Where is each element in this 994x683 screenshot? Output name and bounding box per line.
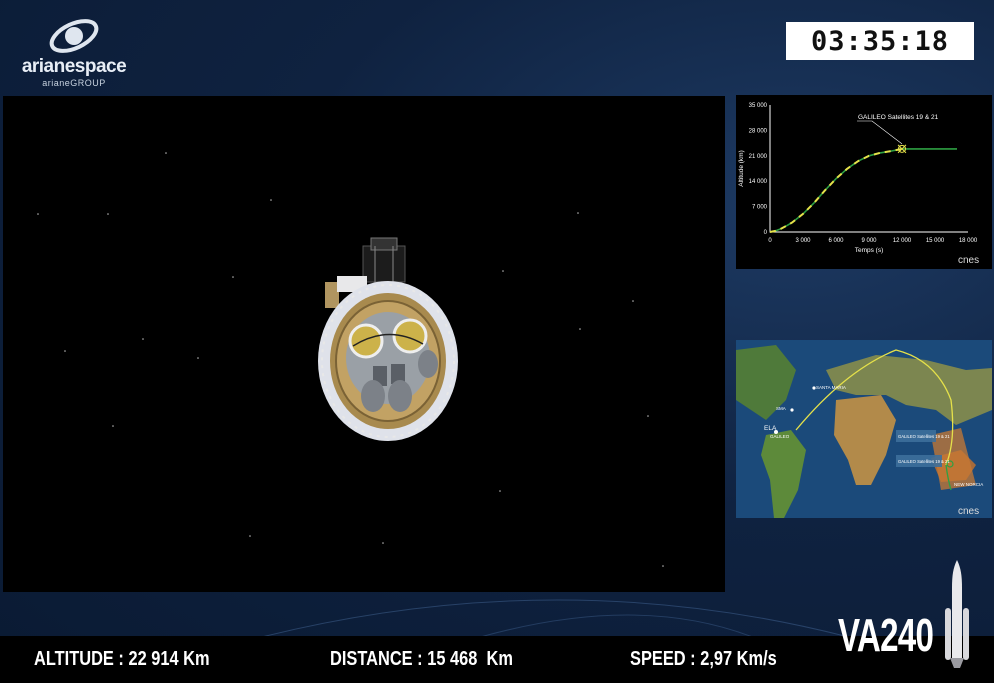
distance-separator: :: [417, 648, 423, 670]
altitude-progress-curve: [769, 147, 903, 233]
site-label: GALILEO: [770, 434, 790, 439]
ariane5-rocket-icon: [945, 560, 969, 668]
y-axis-label: Altitude (km): [738, 150, 745, 186]
y-tick-label: 35 000: [749, 103, 768, 109]
altitude-readout: ALTITUDE : 22 914 Km: [34, 648, 210, 671]
separation-1-label: GALILEO Satellites 19 & 21: [898, 434, 950, 439]
fregat-stage-render: [37, 152, 664, 567]
separation-2-label: GALILEO Satellites 19 & 21: [898, 459, 950, 464]
distance-readout: DISTANCE : 15 468 Km: [330, 648, 513, 671]
altitude-chart: 0 3 000 6 000 9 000 12 000 15 000 18 000 0 7 000…: [736, 95, 992, 269]
speed-label: SPEED: [630, 648, 686, 670]
x-tick-label: 9 000: [861, 238, 877, 244]
x-tick-label: 3 000: [795, 238, 811, 244]
x-tick-label: 0: [768, 238, 772, 244]
altitude-label: ALTITUDE: [34, 648, 114, 670]
santa-maria-label: SANTA MARIA: [816, 385, 846, 390]
ground-track-map: ELA GALILEO SMA SANTA MARIA GALILEO Sate…: [736, 340, 992, 518]
map-cnes-credit: cnes: [958, 506, 980, 517]
distance-label: DISTANCE: [330, 648, 413, 670]
y-tick-label: 14 000: [749, 179, 768, 185]
altitude-value: 22 914 Km: [128, 648, 210, 670]
altitude-separator: :: [118, 648, 124, 670]
brand-group: arianeGROUP: [42, 78, 106, 88]
x-tick-label: 12 000: [893, 238, 912, 244]
y-tick-label: 0: [764, 230, 768, 236]
x-tick-label: 6 000: [828, 238, 844, 244]
x-axis-label: Temps (s): [855, 247, 884, 254]
mission-clock: 03:35:18: [786, 22, 974, 60]
altitude-curve: [769, 148, 957, 233]
brand-name: arianespace: [21, 56, 127, 77]
ela-label: ELA: [764, 425, 777, 432]
ariane-swoosh-icon: [49, 19, 99, 53]
new-norcia-label: NEW NORCIA: [954, 482, 983, 487]
spacecraft-video-feed: [3, 96, 725, 592]
separation-annotation: GALILEO Satellites 19 & 21: [858, 114, 939, 121]
sma-marker: [790, 408, 794, 412]
speed-value: 2,97 Km/s: [700, 648, 777, 670]
altitude-chart-svg: 0 3 000 6 000 9 000 12 000 15 000 18 000 0 7 000…: [738, 103, 978, 254]
cnes-credit: cnes: [958, 255, 980, 266]
y-tick-label: 7 000: [752, 205, 768, 211]
y-tick-label: 28 000: [749, 128, 768, 134]
flight-number: VA240: [838, 609, 934, 661]
world-map-svg: ELA GALILEO SMA SANTA MARIA GALILEO Sate…: [736, 340, 992, 518]
chart-axes: [769, 105, 968, 233]
x-tick-label: 18 000: [959, 238, 978, 244]
speed-separator: :: [690, 648, 696, 670]
sma-label: SMA: [776, 406, 786, 411]
x-tick-label: 15 000: [926, 238, 945, 244]
y-tick-label: 21 000: [749, 154, 768, 160]
arianespace-logo: arianespace arianeGROUP: [18, 12, 130, 88]
speed-readout: SPEED : 2,97 Km/s: [630, 648, 777, 671]
current-position-marker: [857, 120, 907, 154]
distance-value: 15 468 Km: [427, 648, 513, 670]
